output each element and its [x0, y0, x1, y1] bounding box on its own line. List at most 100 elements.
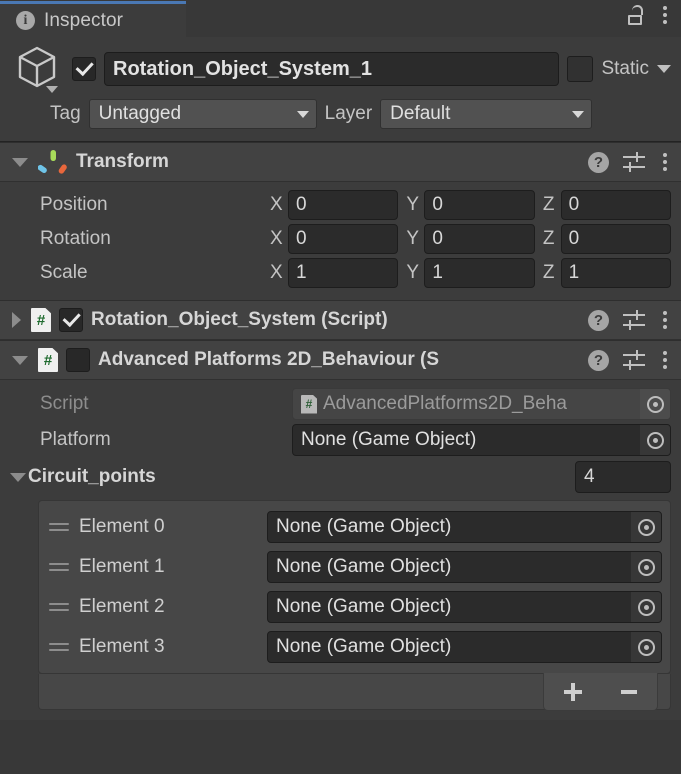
tab-inspector[interactable]: i Inspector — [0, 1, 186, 37]
drag-handle-icon[interactable] — [47, 523, 69, 531]
preset-settings-icon[interactable] — [623, 310, 645, 330]
component-header-rotation-object-system[interactable]: # Rotation_Object_System (Script) ? — [0, 300, 681, 340]
circuit-points-array-header[interactable]: Circuit_points 4 — [10, 458, 671, 496]
position-z-input[interactable]: 0 — [560, 190, 671, 220]
inspector-tabbar: i Inspector — [0, 0, 681, 37]
scale-y: Y 1 — [406, 258, 535, 288]
object-picker-icon[interactable] — [631, 592, 661, 622]
drag-handle-icon[interactable] — [47, 643, 69, 651]
object-picker-icon[interactable] — [640, 389, 670, 419]
rotation-x: X 0 — [270, 224, 399, 254]
component-header-advanced-platforms[interactable]: # Advanced Platforms 2D_Behaviour (S ? — [0, 340, 681, 380]
array-foldout-icon[interactable] — [10, 472, 26, 482]
add-element-button[interactable] — [554, 682, 592, 701]
static-checkbox[interactable] — [567, 56, 594, 82]
element-value: None (Game Object) — [276, 596, 452, 617]
script-property-row: Script # AdvancedPlatforms2D_Beha — [10, 386, 671, 422]
kebab-menu-icon[interactable] — [659, 4, 671, 26]
list-item[interactable]: Element 0 None (Game Object) — [47, 507, 662, 547]
component-title: Rotation_Object_System (Script) — [91, 309, 388, 330]
component-header-actions: ? — [588, 309, 671, 331]
script-file-icon: # — [38, 348, 58, 372]
scale-z-input[interactable]: 1 — [560, 258, 671, 288]
position-x-input[interactable]: 0 — [288, 190, 399, 220]
array-size-input[interactable]: 4 — [575, 461, 671, 493]
remove-element-button[interactable] — [611, 689, 647, 694]
element-object-field[interactable]: None (Game Object) — [267, 591, 662, 623]
kebab-menu-icon[interactable] — [659, 349, 671, 371]
array-label: Circuit_points — [28, 466, 156, 487]
tag-dropdown[interactable]: Untagged — [88, 99, 317, 129]
chevron-down-icon — [572, 110, 585, 118]
object-picker-icon[interactable] — [631, 512, 661, 542]
script-file-icon: # — [301, 394, 317, 414]
rotation-x-input[interactable]: 0 — [288, 224, 399, 254]
component-title: Advanced Platforms 2D_Behaviour (S — [98, 349, 440, 370]
cube-dropdown-caret-icon[interactable] — [46, 86, 58, 93]
drag-handle-icon[interactable] — [47, 603, 69, 611]
element-value: None (Game Object) — [276, 516, 452, 537]
gameobject-enabled-checkbox[interactable] — [72, 57, 96, 81]
list-item[interactable]: Element 1 None (Game Object) — [47, 547, 662, 587]
list-item[interactable]: Element 2 None (Game Object) — [47, 587, 662, 627]
minus-icon — [621, 689, 638, 694]
platform-value: None (Game Object) — [301, 429, 477, 450]
object-picker-icon[interactable] — [631, 632, 661, 662]
object-picker-icon[interactable] — [640, 425, 670, 455]
gameobject-name-input[interactable]: Rotation_Object_System_1 — [104, 52, 560, 86]
transform-foldout-icon[interactable] — [12, 157, 28, 167]
help-icon[interactable]: ? — [588, 349, 609, 371]
layer-dropdown[interactable]: Default — [380, 99, 593, 129]
component-enabled-checkbox[interactable] — [59, 308, 83, 332]
script-value: AdvancedPlatforms2D_Beha — [323, 393, 567, 414]
transform-body: Position X 0 Y 0 Z 0 Rotation X 0 Y 0 Z … — [0, 182, 681, 300]
help-icon[interactable]: ? — [588, 151, 609, 173]
element-label: Element 0 — [79, 516, 165, 537]
scale-x-input[interactable]: 1 — [288, 258, 399, 288]
rotation-z-input[interactable]: 0 — [560, 224, 671, 254]
static-dropdown-caret-icon[interactable] — [657, 65, 671, 73]
platform-object-field[interactable]: None (Game Object) — [292, 424, 671, 456]
circuit-points-list: Element 0 None (Game Object) Element 1 N… — [38, 500, 671, 674]
component-enabled-checkbox[interactable] — [66, 348, 90, 372]
transform-row-rotation: Rotation X 0 Y 0 Z 0 — [10, 222, 671, 256]
tab-inspector-label: Inspector — [44, 9, 124, 31]
component-foldout-icon[interactable] — [12, 355, 28, 365]
help-icon[interactable]: ? — [588, 309, 609, 331]
drag-handle-icon[interactable] — [47, 563, 69, 571]
position-y: Y 0 — [406, 190, 535, 220]
element-object-field[interactable]: None (Game Object) — [267, 511, 662, 543]
scale-label: Scale — [40, 262, 88, 283]
tag-label: Tag — [50, 103, 81, 124]
object-picker-icon[interactable] — [631, 552, 661, 582]
position-y-input[interactable]: 0 — [424, 190, 535, 220]
scale-y-input[interactable]: 1 — [424, 258, 535, 288]
gameobject-tag-layer-row: Tag Untagged Layer Default — [10, 99, 671, 129]
gameobject-header: Rotation_Object_System_1 Static Tag Unta… — [0, 37, 681, 142]
lock-open-icon[interactable] — [628, 4, 645, 26]
transform-header-actions: ? — [588, 151, 671, 173]
list-item[interactable]: Element 3 None (Game Object) — [47, 627, 662, 667]
element-label: Element 2 — [79, 596, 165, 617]
axis-label-z: Z — [542, 194, 555, 215]
rotation-label: Rotation — [40, 228, 111, 249]
transform-component-header[interactable]: Transform ? — [0, 142, 681, 182]
rotation-y-input[interactable]: 0 — [424, 224, 535, 254]
layer-value: Default — [390, 103, 451, 124]
kebab-menu-icon[interactable] — [659, 309, 671, 331]
cube-icon[interactable] — [10, 43, 64, 95]
axis-label-x: X — [270, 228, 283, 249]
preset-settings-icon[interactable] — [623, 350, 645, 370]
platform-label: Platform — [40, 429, 111, 450]
transform-row-scale: Scale X 1 Y 1 Z 1 — [10, 256, 671, 290]
element-object-field[interactable]: None (Game Object) — [267, 631, 662, 663]
tabbar-actions — [628, 4, 671, 26]
list-footer — [38, 673, 671, 711]
element-label: Element 1 — [79, 556, 165, 577]
kebab-menu-icon[interactable] — [659, 151, 671, 173]
preset-settings-icon[interactable] — [623, 152, 645, 172]
element-object-field[interactable]: None (Game Object) — [267, 551, 662, 583]
position-x: X 0 — [270, 190, 399, 220]
component-foldout-icon[interactable] — [12, 312, 21, 328]
script-label: Script — [40, 393, 89, 414]
